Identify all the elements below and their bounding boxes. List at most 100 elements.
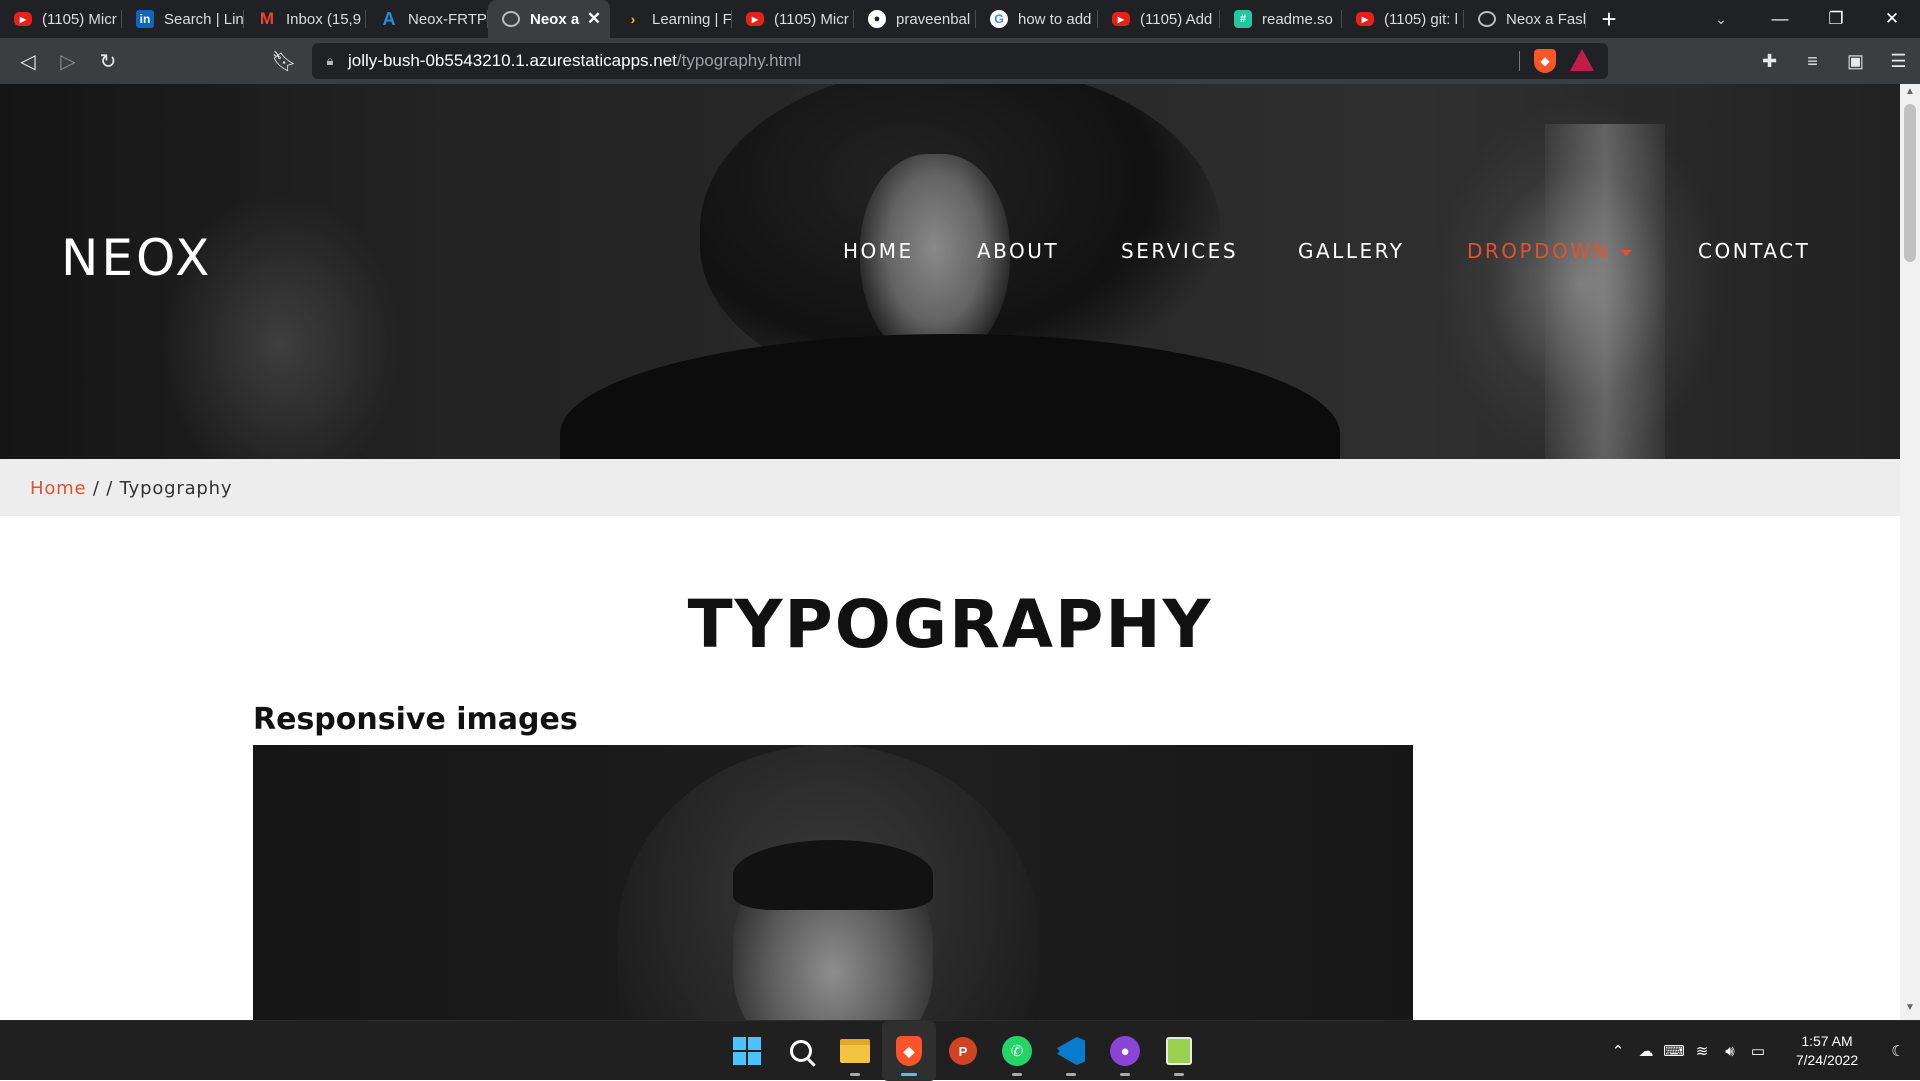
running-indicator — [1174, 1073, 1184, 1076]
clock-time: 1:57 AM — [1801, 1033, 1853, 1049]
brave-browser-icon[interactable]: ◆ — [882, 1021, 936, 1081]
reload-icon[interactable]: ↻ — [88, 41, 128, 81]
close-tab-icon[interactable]: ✕ — [584, 9, 604, 29]
minimize-icon[interactable]: — — [1752, 0, 1808, 38]
github-desktop-icon[interactable]: ● — [1098, 1021, 1152, 1081]
globe-icon — [1478, 11, 1496, 27]
tab-search-chevron-icon[interactable]: ⌄ — [1698, 0, 1744, 38]
youtube-icon: ▶ — [746, 12, 764, 26]
clock-date: 7/24/2022 — [1795, 1052, 1859, 1068]
wallet-icon[interactable]: ▣ — [1834, 51, 1877, 72]
browser-tab[interactable]: › Learning | F — [610, 0, 732, 38]
azure-icon: A — [382, 8, 396, 29]
vscode-icon[interactable] — [1044, 1021, 1098, 1081]
breadcrumb: Home / / Typography — [0, 459, 1900, 516]
toolbar-right: ✚ ≡ ▣ ☰ — [1748, 38, 1920, 84]
google-icon: G — [990, 10, 1008, 28]
github-desktop-glyph: ● — [1110, 1036, 1140, 1066]
page-scrollbar[interactable]: ▲ ▼ — [1900, 84, 1920, 1020]
browser-tab[interactable]: ▶ (1105) git: l — [1342, 0, 1464, 38]
browser-tab[interactable]: Neox a Fasl — [1464, 0, 1586, 38]
running-indicator — [901, 1073, 917, 1076]
nav-about[interactable]: ABOUT — [977, 239, 1059, 263]
section-title: Responsive images — [253, 702, 578, 737]
extensions-icon[interactable]: ✚ — [1748, 51, 1791, 72]
browser-tab[interactable]: # readme.so — [1220, 0, 1342, 38]
search-glyph — [790, 1040, 812, 1062]
media-queue-icon[interactable]: ≡ — [1791, 51, 1834, 72]
page-title: TYPOGRAPHY — [687, 586, 1213, 663]
readme-icon: # — [1234, 10, 1252, 28]
browser-tab[interactable]: Ghow to add — [976, 0, 1098, 38]
brave-glyph: ◆ — [896, 1036, 922, 1066]
globe-icon — [502, 11, 520, 27]
scroll-thumb[interactable] — [1904, 104, 1916, 262]
browser-tab[interactable]: ▶ (1105) Add — [1098, 0, 1220, 38]
nav-contact[interactable]: CONTACT — [1698, 239, 1810, 263]
nav-home[interactable]: HOME — [843, 239, 914, 263]
hero-banner-image — [0, 84, 1900, 459]
breadcrumb-current: Typography — [119, 478, 233, 499]
file-explorer-icon[interactable] — [828, 1021, 882, 1081]
browser-tab[interactable]: A Neox-FRTP — [366, 0, 488, 38]
nav-dropdown[interactable]: DROPDOWN — [1467, 239, 1632, 263]
browser-tab[interactable]: ▶ (1105) Micr — [732, 0, 854, 38]
taskbar-apps: ◆ P ✆ ● — [720, 1021, 1206, 1081]
focus-assist-moon-icon[interactable]: ☾ — [1884, 1042, 1912, 1060]
powerpoint-icon[interactable]: P — [936, 1021, 990, 1081]
notepad-glyph — [1166, 1037, 1192, 1065]
address-bar[interactable]: 🔒︎ jolly-bush-0b5543210.1.azurestaticapp… — [312, 43, 1608, 79]
youtube-icon: ▶ — [14, 12, 32, 26]
forward-icon[interactable]: ▷ — [48, 41, 88, 81]
restore-icon[interactable]: ❐ — [1808, 0, 1864, 38]
youtube-icon: ▶ — [1112, 12, 1130, 26]
page-viewport: NEOX HOME ABOUT SERVICES GALLERY DROPDOW… — [0, 84, 1900, 1020]
menu-icon[interactable]: ☰ — [1877, 51, 1920, 72]
address-separator — [1519, 51, 1520, 71]
search-icon[interactable] — [774, 1021, 828, 1081]
nav-dropdown-label: DROPDOWN — [1467, 239, 1610, 263]
windows-start-icon[interactable] — [720, 1021, 774, 1081]
image-brow-shadow — [733, 840, 933, 910]
scroll-up-icon[interactable]: ▲ — [1900, 86, 1920, 102]
nav-services[interactable]: SERVICES — [1121, 239, 1238, 263]
brave-shields-icon[interactable]: ◆ — [1534, 49, 1556, 73]
wifi-icon[interactable]: ≋ — [1688, 1042, 1716, 1060]
browser-tab[interactable]: ● praveenbal — [854, 0, 976, 38]
caret-down-icon — [1619, 249, 1632, 256]
breadcrumb-trail: Home / / Typography — [30, 478, 232, 499]
keyboard-icon[interactable]: ⌨ — [1660, 1042, 1688, 1060]
lock-icon: 🔒︎ — [326, 53, 334, 68]
new-tab-button[interactable]: + — [1586, 0, 1632, 38]
scroll-down-icon[interactable]: ▼ — [1900, 1002, 1920, 1018]
whatsapp-icon[interactable]: ✆ — [990, 1021, 1044, 1081]
gmail-icon: M — [259, 9, 275, 28]
breadcrumb-separator: / / — [86, 478, 120, 499]
github-icon: ● — [868, 10, 886, 28]
running-indicator — [1012, 1073, 1022, 1076]
volume-icon[interactable]: 🔊︎ — [1716, 1043, 1744, 1060]
back-icon[interactable]: ◁ — [8, 41, 48, 81]
powerpoint-glyph: P — [949, 1037, 977, 1065]
browser-tab[interactable]: M Inbox (15,9 — [244, 0, 366, 38]
youtube-icon: ▶ — [1356, 12, 1374, 26]
bookmark-icon[interactable]: 🔖︎ — [264, 41, 304, 81]
battery-icon[interactable]: ▭ — [1744, 1042, 1772, 1060]
onedrive-cloud-icon[interactable]: ☁ — [1632, 1042, 1660, 1060]
folder-glyph — [840, 1039, 870, 1063]
browser-tab[interactable]: ▶ (1105) Micr — [0, 0, 122, 38]
brave-rewards-icon[interactable] — [1570, 49, 1594, 71]
whatsapp-glyph: ✆ — [1002, 1036, 1032, 1066]
browser-tab-active[interactable]: Neox a ✕ — [488, 0, 610, 38]
running-indicator — [850, 1073, 860, 1076]
notepad-icon[interactable] — [1152, 1021, 1206, 1081]
linkedin-icon: in — [136, 10, 154, 28]
nav-gallery[interactable]: GALLERY — [1298, 239, 1404, 263]
close-window-icon[interactable]: ✕ — [1864, 0, 1920, 38]
breadcrumb-home-link[interactable]: Home — [30, 478, 86, 499]
windows-logo — [733, 1037, 761, 1065]
learning-icon: › — [630, 11, 636, 27]
clock[interactable]: 1:57 AM 7/24/2022 — [1782, 1032, 1872, 1070]
chevron-up-icon[interactable]: ⌃ — [1604, 1042, 1632, 1060]
browser-tab[interactable]: in Search | Lin — [122, 0, 244, 38]
